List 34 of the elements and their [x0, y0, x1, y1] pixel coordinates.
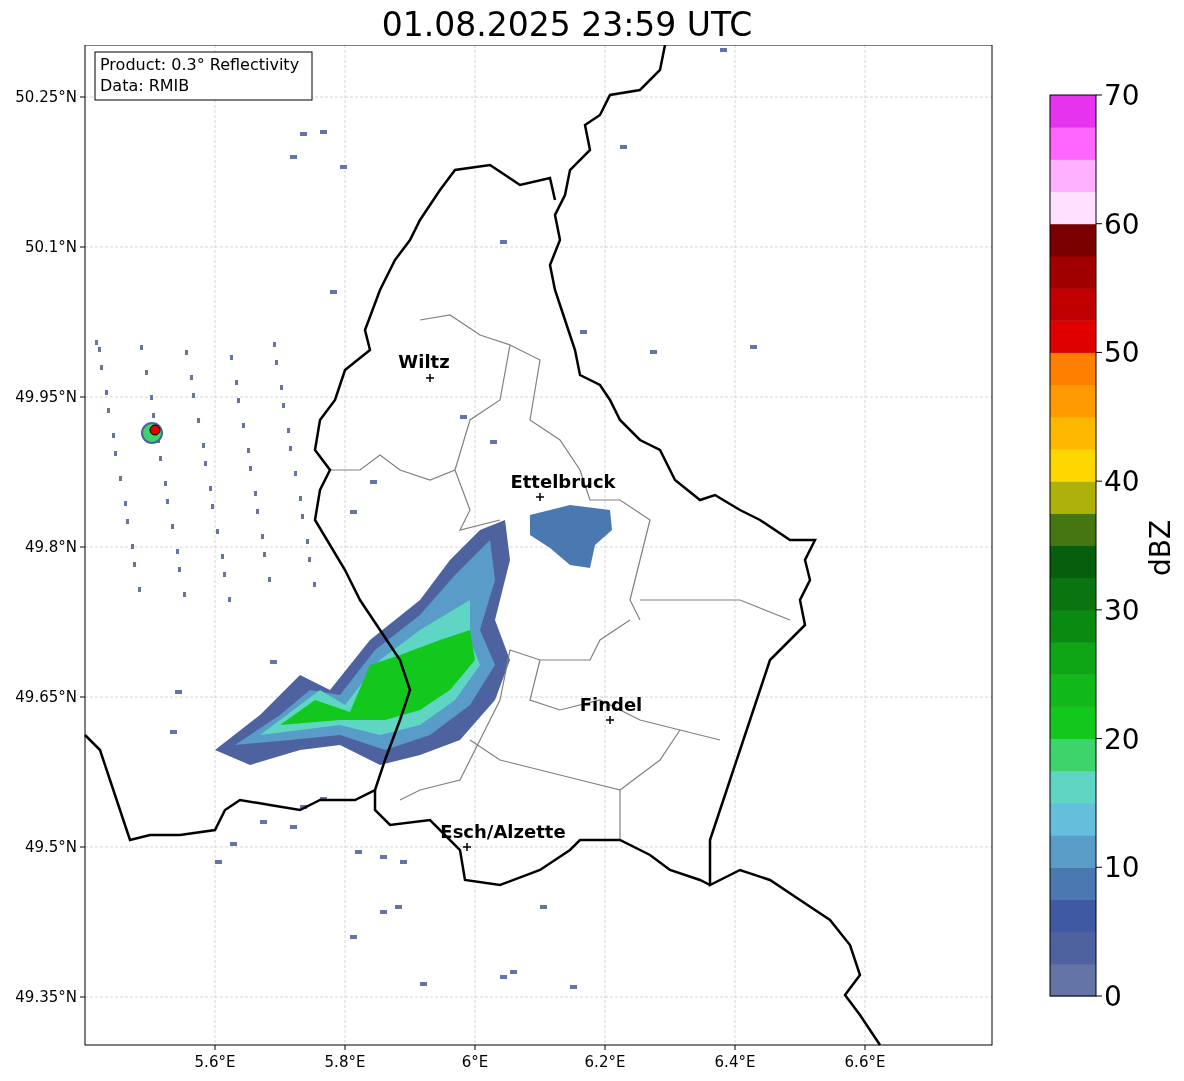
city-marker-icon: [425, 373, 435, 383]
latitude-tick-label: 49.95°N: [15, 388, 77, 406]
longitude-tick-label: 5.6°E: [194, 1053, 236, 1071]
colorbar-tick-label: 50: [1104, 336, 1140, 370]
latitude-tick-label: 49.65°N: [15, 688, 77, 706]
longitude-tick-label: 6.2°E: [584, 1053, 626, 1071]
city-label: Wiltz: [398, 351, 450, 372]
latitude-tick-label: 49.35°N: [15, 988, 77, 1006]
city-marker-icon: [605, 715, 615, 725]
colorbar-tick-label: 30: [1104, 593, 1140, 627]
colorbar-tick-label: 10: [1104, 851, 1140, 885]
colorbar-tick-label: 70: [1104, 79, 1140, 112]
latitude-tick-label: 49.5°N: [24, 838, 77, 856]
chart-title: 01.08.2025 23:59 UTC: [380, 4, 754, 45]
radar-site-icon: [149, 424, 161, 436]
latitude-tick-label: 50.1°N: [24, 238, 77, 256]
longitude-tick-label: 6.4°E: [714, 1053, 756, 1071]
longitude-tick-label: 5.8°E: [324, 1053, 366, 1071]
colorbar-label: dBZ: [1144, 519, 1177, 577]
city-marker-icon: [535, 492, 545, 502]
colorbar-tick-label: 0: [1104, 980, 1122, 1013]
longitude-tick-label: 6.6°E: [844, 1053, 886, 1071]
city-label: Esch/Alzette: [440, 821, 566, 842]
city-marker-icon: [462, 842, 472, 852]
data-source-label: Data: RMIB: [100, 76, 190, 95]
product-label: Product: 0.3° Reflectivity: [100, 55, 300, 74]
city-label: Ettelbruck: [510, 471, 616, 492]
latitude-tick-label: 50.25°N: [15, 88, 77, 106]
colorbar-tick-label: 20: [1104, 722, 1140, 756]
colorbar-tick-label: 40: [1104, 465, 1140, 499]
latitude-tick-label: 49.8°N: [24, 538, 77, 556]
city-label: Findel: [579, 694, 643, 715]
colorbar-tick-label: 60: [1104, 207, 1140, 241]
longitude-tick-label: 6°E: [461, 1053, 489, 1071]
